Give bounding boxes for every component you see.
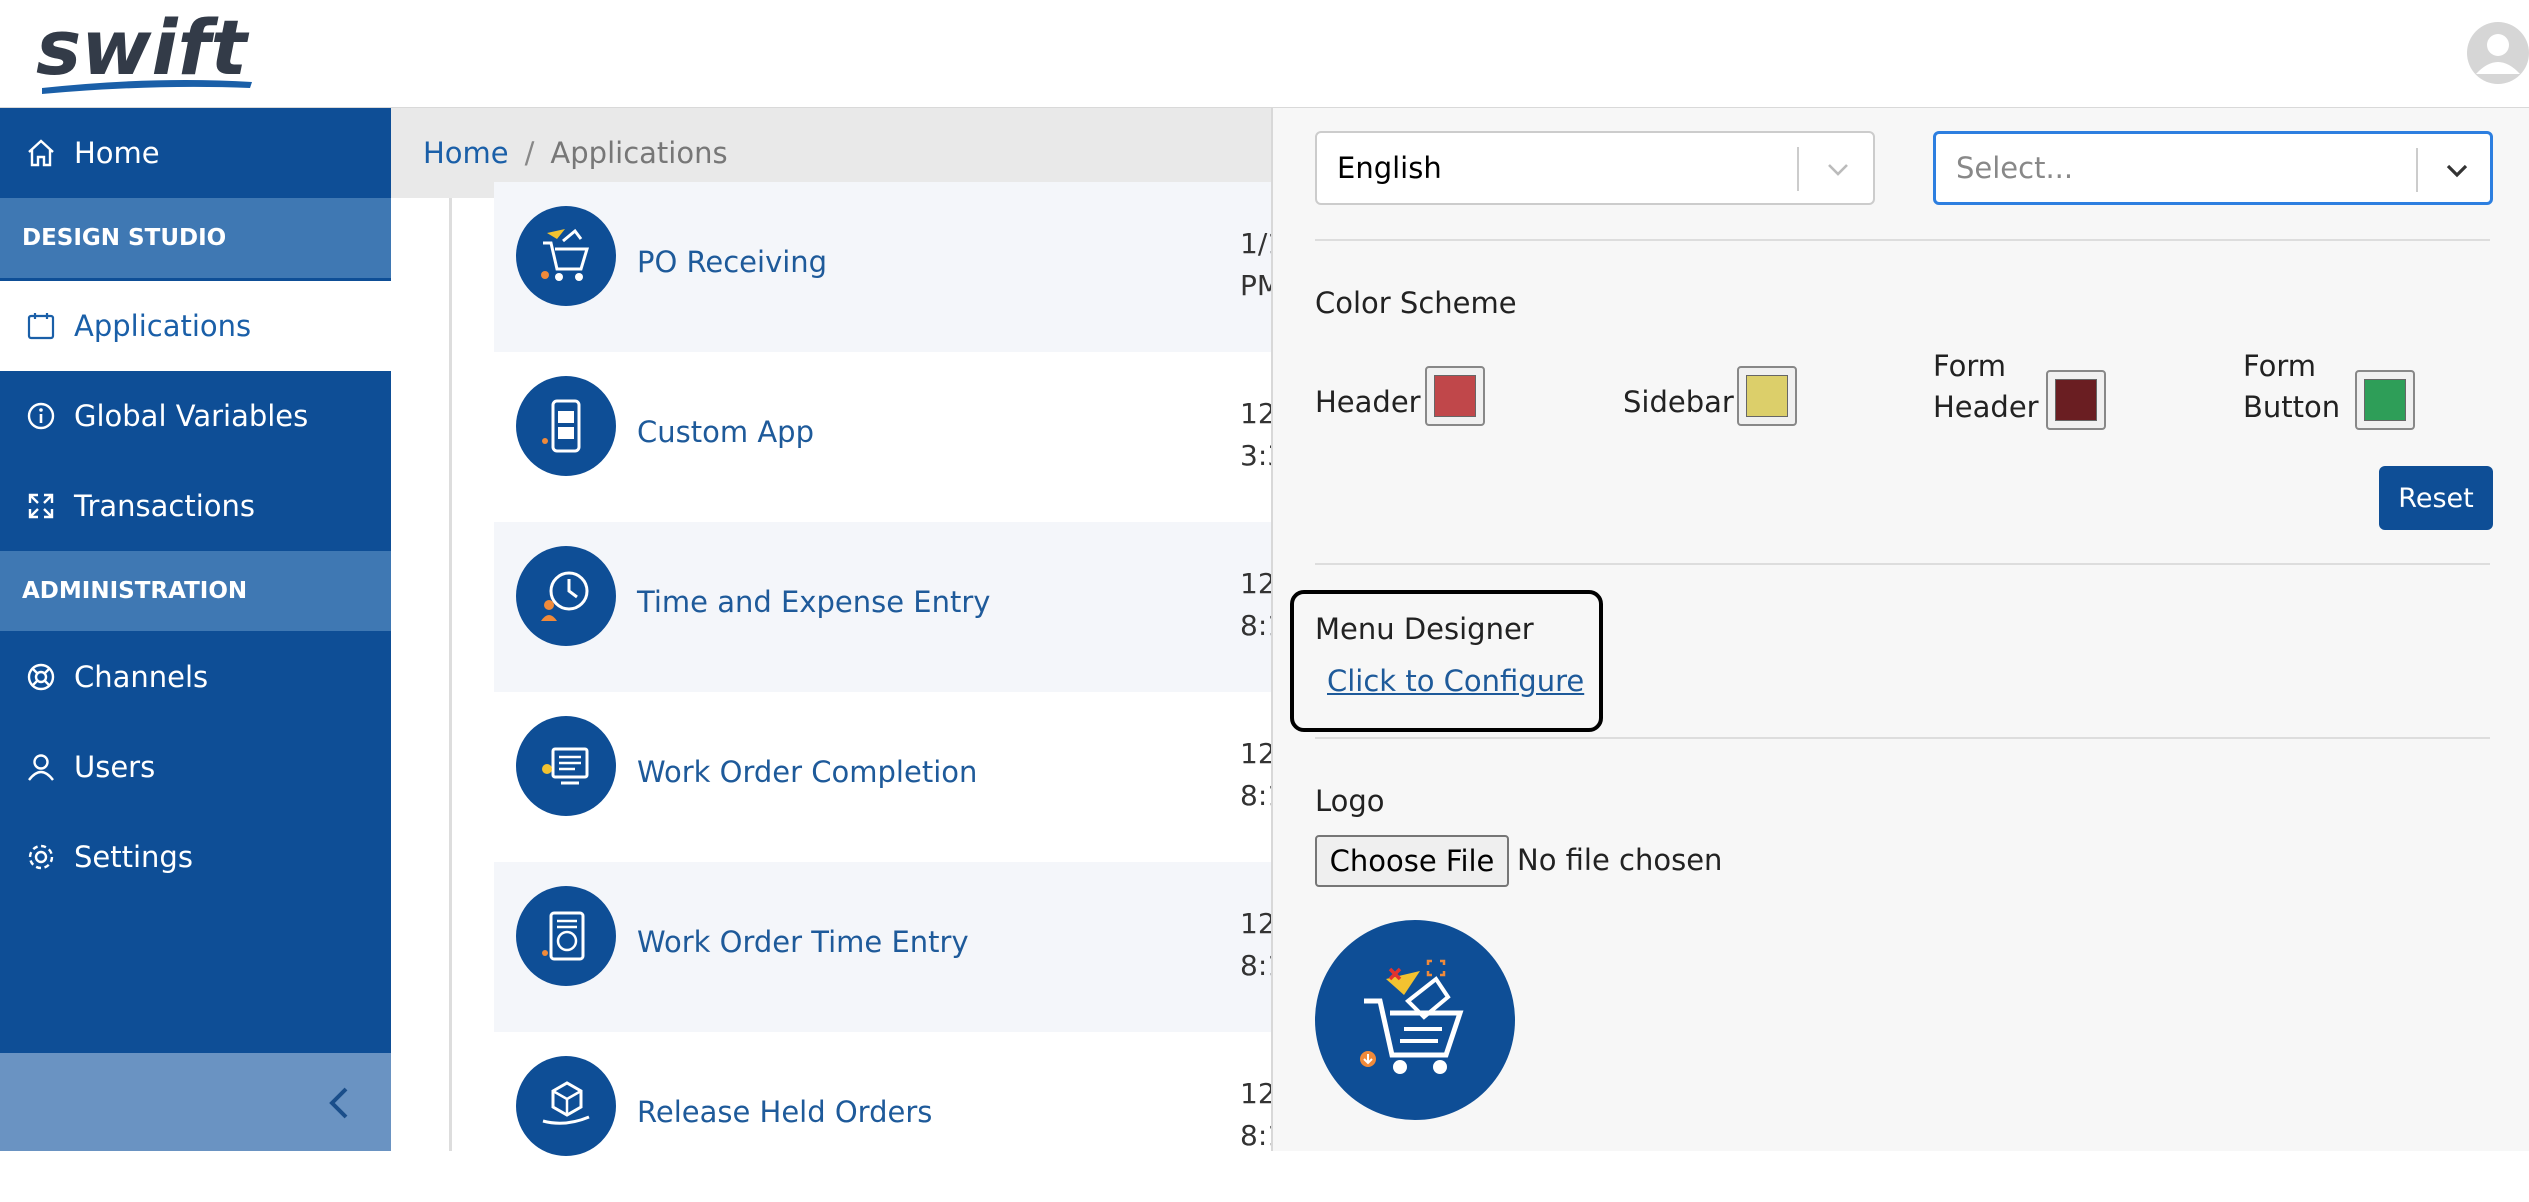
form-button-color-label: Form Button [2243, 349, 2341, 424]
menu-designer-label: Menu Designer [1315, 612, 1534, 646]
form-button-color-swatch [2364, 379, 2406, 421]
sidebar-item-label: Channels [74, 660, 209, 694]
app-title[interactable]: Time and Expense Entry [637, 585, 990, 619]
sidebar-color-swatch [1746, 375, 1788, 417]
breadcrumb-current: Applications [550, 136, 728, 170]
list-item[interactable]: Time and Expense Entry 12/8:1 [494, 522, 1280, 692]
choose-file-button[interactable]: Choose File [1315, 835, 1509, 887]
app-title[interactable]: PO Receiving [637, 245, 827, 279]
list-item[interactable]: Work Order Completion 12/8:1 [494, 692, 1280, 862]
sidebar-item-label: Global Variables [74, 399, 309, 433]
app-title[interactable]: Work Order Completion [637, 755, 977, 789]
sidebar-item-label: Transactions [74, 489, 256, 523]
select-separator [2416, 148, 2418, 192]
sidebar-item-label: Applications [74, 309, 252, 343]
sidebar-item-label: Settings [74, 840, 193, 874]
sidebar-item-global-variables[interactable]: Global Variables [0, 371, 391, 461]
box-hand-icon [516, 1056, 616, 1156]
sidebar-item-channels[interactable]: Channels [0, 632, 391, 722]
sidebar-item-transactions[interactable]: Transactions [0, 461, 391, 551]
list-item[interactable]: Custom App 12/3:3 [494, 352, 1280, 522]
sidebar-collapse-button[interactable] [0, 1053, 391, 1151]
app-title[interactable]: Work Order Time Entry [637, 925, 969, 959]
list-item[interactable]: Release Held Orders 12/8:1 [494, 1032, 1280, 1202]
color-scheme-heading: Color Scheme [1315, 286, 1517, 320]
chevron-left-icon [329, 1087, 348, 1119]
user-icon [24, 750, 58, 784]
logo-preview-cart-icon [1315, 920, 1515, 1120]
timer-device-icon [516, 886, 616, 986]
configure-menu-link[interactable]: Click to Configure [1327, 664, 1584, 698]
info-icon [24, 399, 58, 433]
sidebar-item-label: Home [74, 136, 160, 170]
sidebar-color-picker[interactable] [1737, 366, 1797, 426]
gear-icon [24, 840, 58, 874]
form-button-color-picker[interactable] [2355, 370, 2415, 430]
app-title[interactable]: Release Held Orders [637, 1095, 932, 1129]
section-design-studio: DESIGN STUDIO [0, 198, 391, 278]
sidebar-item-settings[interactable]: Settings [0, 812, 391, 902]
logo-label: Logo [1315, 784, 1385, 818]
user-avatar-icon[interactable] [2467, 22, 2529, 84]
sidebar-item-users[interactable]: Users [0, 722, 391, 812]
select-separator [1797, 147, 1799, 191]
brand-text: swift [36, 6, 250, 92]
swift-logo[interactable]: swift [34, 3, 264, 100]
file-status-text: No file chosen [1517, 843, 1723, 877]
secondary-select[interactable]: Select... [1933, 131, 2493, 205]
header-color-picker[interactable] [1425, 366, 1485, 426]
cart-icon [516, 206, 616, 306]
divider [1315, 737, 2490, 739]
home-icon [24, 136, 58, 170]
list-divider [449, 198, 452, 1151]
mobile-app-icon [516, 376, 616, 476]
sidebar-item-label: Users [74, 750, 156, 784]
form-header-color-label: Form Header [1933, 349, 2039, 424]
divider [1315, 563, 2490, 565]
list-item[interactable]: Work Order Time Entry 12/8:1 [494, 862, 1280, 1032]
header-color-label: Header [1315, 385, 1421, 419]
form-header-color-swatch [2055, 379, 2097, 421]
checklist-monitor-icon [516, 716, 616, 816]
expand-arrows-icon [24, 489, 58, 523]
form-header-color-picker[interactable] [2046, 370, 2106, 430]
secondary-select-placeholder: Select... [1956, 151, 2074, 185]
app-title[interactable]: Custom App [637, 415, 814, 449]
language-select-value: English [1337, 151, 1442, 185]
lifebuoy-icon [24, 660, 58, 694]
top-header: swift [0, 0, 2529, 108]
breadcrumb-separator: / [524, 136, 535, 170]
section-administration: ADMINISTRATION [0, 551, 391, 631]
chevron-down-icon [2446, 164, 2468, 178]
app-settings-panel: English Select... Color Scheme Header Si… [1271, 108, 2529, 1151]
header-color-swatch [1434, 375, 1476, 417]
sidebar-item-home[interactable]: Home [0, 108, 391, 198]
breadcrumb-home-link[interactable]: Home [423, 136, 509, 170]
chevron-down-icon [1828, 164, 1848, 176]
sidebar-color-label: Sidebar [1623, 385, 1734, 419]
sidebar-item-applications[interactable]: Applications [0, 281, 391, 371]
divider [1315, 239, 2490, 241]
list-item[interactable]: PO Receiving 1/1PM [494, 182, 1280, 352]
clock-person-icon [516, 546, 616, 646]
language-select[interactable]: English [1315, 131, 1875, 205]
calendar-app-icon [24, 309, 58, 343]
reset-button[interactable]: Reset [2379, 466, 2493, 530]
